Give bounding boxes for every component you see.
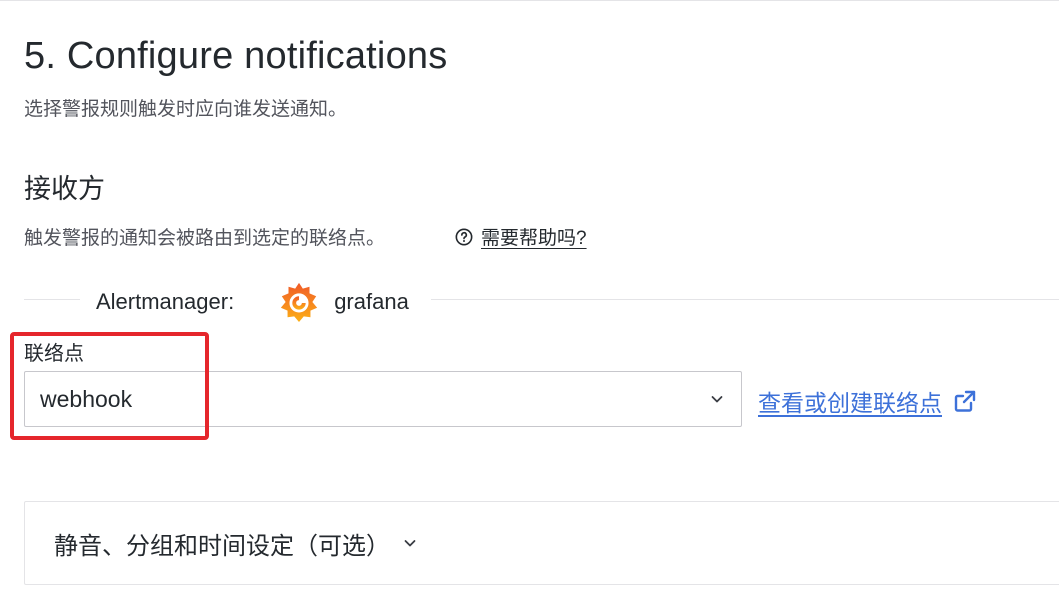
view-create-contact-points-link[interactable]: 查看或创建联络点 xyxy=(758,384,978,418)
contact-point-label: 联络点 xyxy=(24,343,84,365)
notification-config-page: 5. Configure notifications 选择警报规则触发时应向谁发… xyxy=(0,0,1059,593)
contact-points-link-text[interactable]: 查看或创建联络点 xyxy=(758,384,942,418)
external-link-icon xyxy=(952,388,978,414)
chevron-down-icon[interactable] xyxy=(709,391,725,407)
alertmanager-name: grafana xyxy=(334,289,409,314)
receiver-description: 触发警报的通知会被路由到选定的联络点。 xyxy=(24,228,386,249)
grafana-logo-icon xyxy=(278,280,320,324)
mute-grouping-timing-collapse[interactable]: 静音、分组和时间设定（可选） xyxy=(24,501,1059,585)
step-title: 5. Configure notifications xyxy=(24,35,448,77)
step-description: 选择警报规则触发时应向谁发送通知。 xyxy=(24,99,348,120)
alertmanager-label: Alertmanager: xyxy=(96,289,235,314)
help-link-text[interactable]: 需要帮助吗? xyxy=(481,223,587,250)
chevron-down-icon xyxy=(402,535,418,551)
contact-point-selected-value: webhook xyxy=(40,385,133,412)
contact-point-select[interactable]: webhook xyxy=(24,371,742,427)
collapse-title: 静音、分组和时间设定（可选） xyxy=(54,532,390,560)
receiver-section-title: 接收方 xyxy=(24,174,105,204)
help-link[interactable]: 需要帮助吗? xyxy=(455,223,587,250)
alertmanager-row: Alertmanager: grafana xyxy=(80,280,431,324)
question-circle-icon xyxy=(455,228,473,246)
